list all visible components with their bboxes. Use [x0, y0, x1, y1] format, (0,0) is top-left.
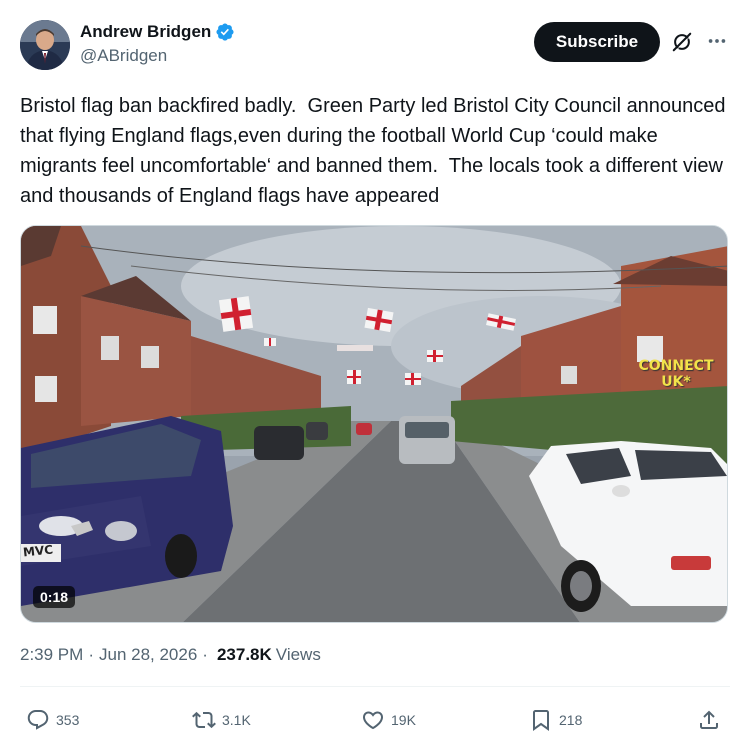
bookmark-icon [533, 710, 549, 731]
video-duration-badge: 0:18 [33, 586, 76, 608]
tweet-time[interactable]: 2:39 PM [20, 645, 83, 665]
subscribe-button[interactable]: Subscribe [534, 22, 660, 62]
verified-badge-icon [216, 23, 234, 41]
views-count: 237.8K [216, 645, 272, 664]
like-count: 19K [391, 712, 416, 728]
like-button[interactable]: 19K [361, 708, 416, 732]
engagement-bar: 353 3.1K 19K 218 [0, 700, 750, 740]
meta-separator: · [88, 645, 94, 664]
author-handle[interactable]: @ABridgen [80, 46, 235, 66]
meta-separator: · [202, 645, 208, 664]
reply-count: 353 [56, 712, 80, 728]
bookmark-button[interactable]: 218 [529, 708, 582, 732]
grok-icon[interactable] [671, 31, 693, 53]
avatar-image [20, 20, 70, 70]
heart-icon [362, 711, 384, 730]
author-info: Andrew Bridgen @ABridgen [80, 22, 235, 66]
repost-count: 3.1K [222, 712, 251, 728]
share-icon [700, 710, 718, 729]
reply-icon [27, 710, 49, 730]
video-player[interactable]: CONNECT UK* MVC 0:18 [20, 225, 728, 623]
repost-button[interactable]: 3.1K [192, 708, 251, 732]
england-flag-icon [218, 296, 254, 332]
video-watermark: CONNECT UK* [638, 358, 714, 390]
avatar[interactable] [20, 20, 70, 70]
tweet-header: Andrew Bridgen @ABridgen Subscribe [20, 20, 730, 74]
views-label: Views [275, 645, 321, 664]
bookmark-count: 218 [559, 712, 583, 728]
reply-button[interactable]: 353 [26, 708, 79, 732]
repost-icon [192, 711, 216, 729]
tweet-meta: 2:39 PM · Jun 28, 2026 · 237.8K Views [20, 645, 321, 665]
share-button[interactable] [697, 708, 721, 732]
more-dots-icon[interactable] [704, 28, 730, 54]
video-thumbnail [21, 226, 727, 622]
divider [20, 686, 730, 687]
tweet-date[interactable]: Jun 28, 2026 [99, 645, 197, 665]
author-display-name[interactable]: Andrew Bridgen [80, 22, 211, 42]
tweet-text: Bristol flag ban backfired badly. Green … [20, 95, 732, 207]
